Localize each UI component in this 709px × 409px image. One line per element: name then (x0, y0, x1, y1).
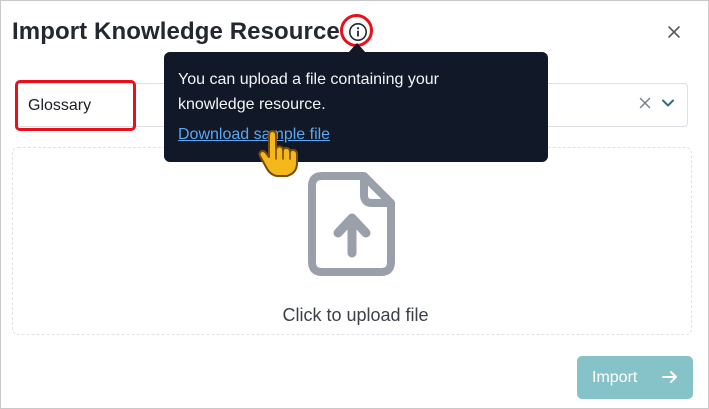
resource-type-value: Glossary (28, 97, 92, 114)
arrow-right-icon (662, 371, 677, 383)
import-button[interactable]: Import (577, 356, 693, 399)
import-label: Import (592, 368, 638, 386)
clear-icon[interactable] (637, 94, 653, 112)
info-icon[interactable] (344, 18, 372, 46)
info-tooltip: You can upload a file containing your kn… (164, 52, 548, 162)
dialog-title: Import Knowledge Resource (12, 18, 340, 45)
tooltip-text: You can upload a file containing your kn… (178, 71, 439, 113)
download-sample-link[interactable]: Download sample file (178, 126, 330, 144)
close-icon (668, 26, 680, 38)
file-upload-icon[interactable] (308, 171, 396, 277)
close-button[interactable] (661, 19, 687, 45)
upload-label: Click to upload file (282, 305, 429, 325)
import-dialog: Import Knowledge Resource Glossary Click… (0, 0, 709, 409)
chevron-down-icon[interactable] (660, 94, 676, 112)
